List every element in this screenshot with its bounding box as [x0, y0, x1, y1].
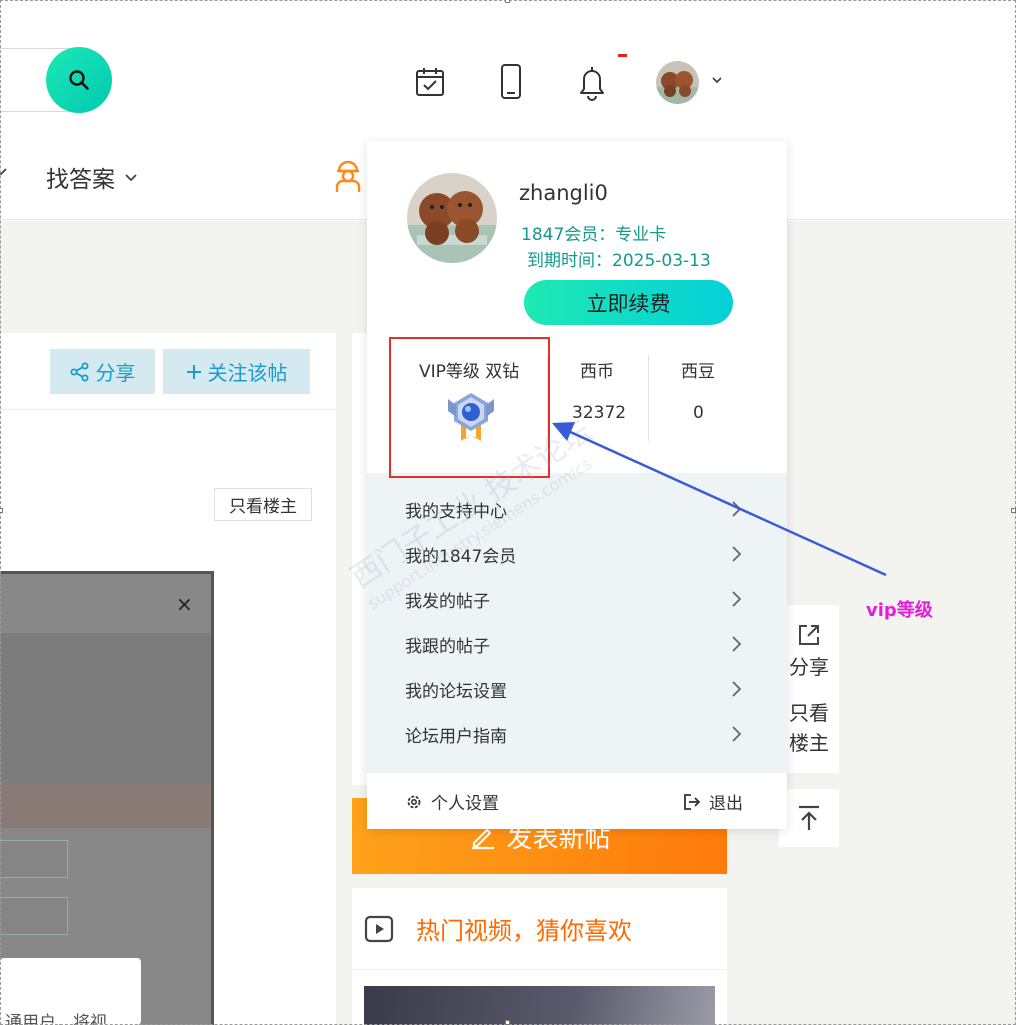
user-menu-footer: 个人设置 退出: [367, 773, 787, 829]
menu-item-label: 我的1847会员: [405, 547, 517, 567]
video-thumbnail[interactable]: [364, 986, 715, 1025]
personal-settings-link[interactable]: 个人设置: [405, 789, 499, 814]
user-avatar[interactable]: [656, 61, 699, 104]
user-dropdown-menu: zhangli0 1847会员：专业卡 到期时间：2025-03-13 立即续费…: [367, 141, 787, 829]
chevron-down-icon[interactable]: [709, 72, 725, 88]
plus-icon: [186, 364, 201, 379]
video-play-icon: [364, 915, 394, 942]
modal-body: [0, 633, 211, 783]
chevron-down-icon: [125, 174, 137, 182]
menu-item-label: 我的论坛设置: [405, 682, 507, 702]
bean-value: 0: [693, 403, 704, 423]
coin-value: 32372: [572, 403, 627, 423]
chevron-right-icon: [732, 636, 742, 652]
menu-item-label: 我发的帖子: [405, 592, 490, 612]
menu-item-label: 我的支持中心: [405, 502, 507, 522]
username: zhangli0: [519, 181, 608, 205]
sidebar-card: [352, 333, 368, 785]
mobile-app-button[interactable]: [491, 62, 531, 102]
membership-expiry: 到期时间：2025-03-13: [527, 251, 711, 271]
external-share-icon[interactable]: [797, 623, 821, 647]
vip-highlight-box: [389, 337, 550, 478]
nav-find-answer-label: 找答案: [46, 167, 115, 193]
bell-icon: [580, 67, 604, 101]
chevron-right-icon: [732, 681, 742, 697]
side-float-bar: 分享 只看楼主: [779, 605, 839, 773]
chevron-down-icon[interactable]: [0, 162, 10, 182]
coin-label: 西币: [580, 362, 614, 382]
resize-handle[interactable]: [505, 1020, 510, 1025]
share-label: 分享: [95, 361, 136, 385]
menu-item-my-replies[interactable]: 我跟的帖子: [367, 622, 787, 667]
membership-type: 1847会员：专业卡: [521, 225, 667, 245]
side-only-owner-button[interactable]: 只看楼主: [784, 698, 834, 758]
logout-icon: [684, 793, 701, 810]
back-to-top-button[interactable]: [779, 789, 839, 847]
chevron-right-icon: [732, 546, 742, 562]
renew-button[interactable]: 立即续费: [524, 280, 733, 325]
modal-panel-text: 通用户，将视: [5, 1013, 107, 1025]
menu-item-1847-membership[interactable]: 我的1847会员: [367, 532, 787, 577]
engineer-icon[interactable]: [330, 158, 366, 194]
user-menu-list: 我的支持中心 我的1847会员 我发的帖子 我跟的帖子 我的论坛设置 论坛用户指…: [367, 473, 787, 773]
mobile-phone-icon: [501, 64, 521, 99]
bean-label: 西豆: [681, 362, 715, 382]
search-icon: [69, 70, 89, 90]
modal-band: [0, 783, 211, 828]
popup-caret: [668, 128, 694, 142]
logout-link[interactable]: 退出: [683, 789, 743, 814]
resize-handle[interactable]: [0, 508, 3, 513]
chevron-right-icon: [732, 726, 742, 742]
stat-divider: [648, 355, 649, 441]
follow-post-button[interactable]: 关注该帖: [163, 349, 310, 394]
gear-icon: [407, 795, 421, 808]
side-share-button[interactable]: 分享: [789, 651, 829, 680]
personal-settings-label: 个人设置: [431, 794, 499, 814]
menu-item-label: 论坛用户指南: [405, 727, 507, 747]
search-button[interactable]: [46, 47, 112, 113]
menu-item-label: 我跟的帖子: [405, 637, 490, 657]
resize-handle[interactable]: [1011, 508, 1016, 513]
arrow-up-icon: [799, 805, 819, 830]
close-icon[interactable]: ×: [176, 592, 193, 616]
resize-handle[interactable]: [505, 0, 510, 3]
hot-video-title: 热门视频，猜你喜欢: [416, 917, 632, 945]
follow-label: 关注该帖: [207, 361, 288, 385]
hot-video-header: 热门视频，猜你喜欢: [352, 888, 727, 970]
chevron-right-icon: [732, 591, 742, 607]
nav-find-answer[interactable]: 找答案: [46, 160, 139, 194]
avatar-image: [656, 61, 699, 104]
share-icon: [70, 362, 88, 381]
user-avatar[interactable]: [407, 173, 497, 263]
menu-item-forum-settings[interactable]: 我的论坛设置: [367, 667, 787, 712]
chevron-right-icon: [732, 501, 742, 517]
menu-item-user-guide[interactable]: 论坛用户指南: [367, 712, 787, 757]
avatar-image: [407, 173, 497, 263]
calendar-check-icon: [416, 68, 444, 96]
annotation-label: vip等级: [866, 600, 933, 621]
modal-input[interactable]: [0, 840, 68, 878]
share-button[interactable]: 分享: [50, 349, 155, 394]
menu-item-my-posts[interactable]: 我发的帖子: [367, 577, 787, 622]
notification-dot: [618, 54, 627, 57]
only-owner-button[interactable]: 只看楼主: [214, 488, 312, 521]
logout-label: 退出: [709, 794, 743, 814]
notifications-button[interactable]: [572, 62, 612, 102]
checkin-calendar-button[interactable]: [410, 62, 450, 102]
modal-input[interactable]: [0, 897, 68, 935]
menu-item-support-center[interactable]: 我的支持中心: [367, 487, 787, 532]
